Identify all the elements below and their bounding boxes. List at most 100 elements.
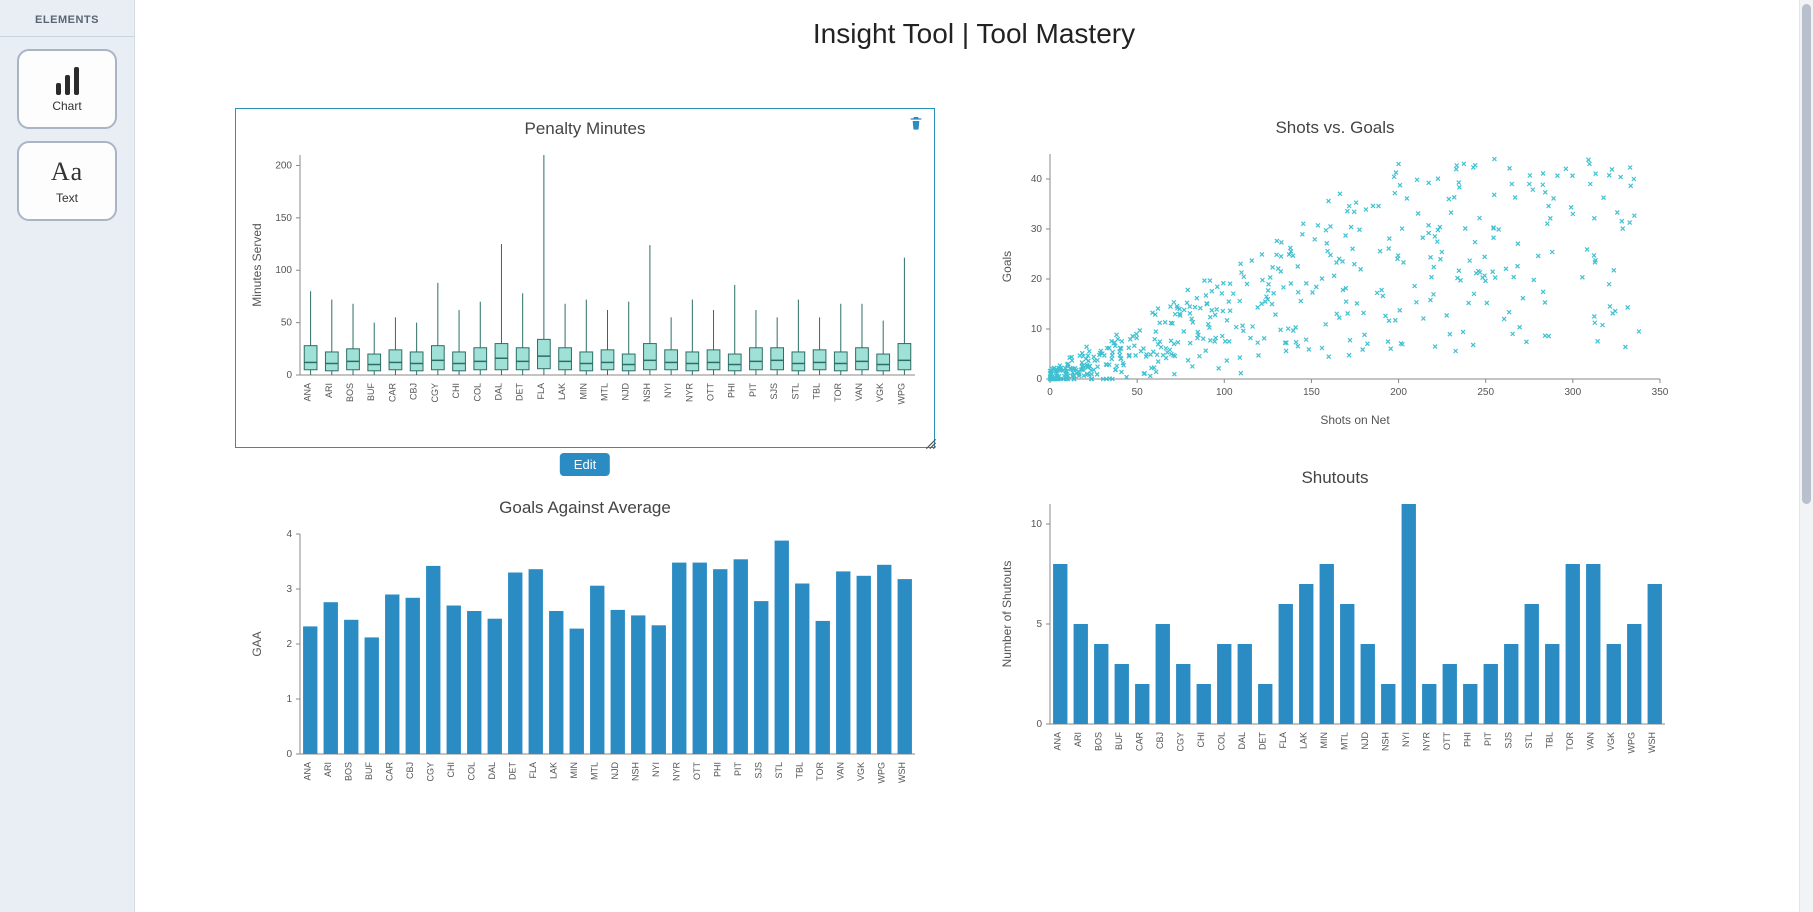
svg-text:0: 0: [286, 749, 292, 760]
svg-text:VAN: VAN: [835, 762, 845, 780]
svg-text:OTT: OTT: [1442, 732, 1452, 750]
sidebar: ELEMENTS Chart Aa Text: [0, 0, 135, 912]
svg-text:ARI: ARI: [323, 762, 333, 777]
svg-text:SJS: SJS: [1503, 732, 1513, 749]
svg-text:MIN: MIN: [569, 762, 579, 779]
svg-text:WSH: WSH: [897, 762, 907, 783]
svg-text:GAA: GAA: [250, 631, 264, 656]
svg-text:CBJ: CBJ: [409, 383, 419, 400]
svg-text:PHI: PHI: [727, 383, 737, 398]
svg-text:20: 20: [1031, 274, 1043, 285]
svg-text:TOR: TOR: [1565, 732, 1575, 751]
svg-text:CAR: CAR: [387, 383, 397, 403]
tool-text-label: Text: [56, 191, 78, 205]
svg-text:0: 0: [1047, 387, 1053, 398]
svg-text:VAN: VAN: [854, 383, 864, 401]
boxplot-chart: 050100150200Minutes ServedANAARIBOSBUFCA…: [245, 145, 925, 435]
svg-text:DET: DET: [1257, 731, 1267, 750]
svg-text:10: 10: [1031, 519, 1043, 530]
svg-text:Goals: Goals: [1000, 251, 1014, 282]
svg-text:250: 250: [1477, 387, 1494, 398]
svg-text:CBJ: CBJ: [405, 762, 415, 779]
svg-text:STL: STL: [774, 762, 784, 779]
chart-widget-shutouts[interactable]: Shutouts 0510Number of ShutoutsANAARIBOS…: [985, 458, 1685, 798]
svg-text:MTL: MTL: [589, 762, 599, 780]
svg-text:NYI: NYI: [651, 762, 661, 777]
svg-text:CHI: CHI: [451, 383, 461, 399]
svg-text:CBJ: CBJ: [1155, 732, 1165, 749]
chart-widget-penalty[interactable]: Penalty Minutes 050100150200Minutes Serv…: [235, 108, 935, 448]
svg-text:CGY: CGY: [425, 762, 435, 782]
scrollbar-thumb[interactable]: [1802, 4, 1811, 504]
svg-text:TBL: TBL: [812, 383, 822, 400]
tool-text[interactable]: Aa Text: [17, 141, 117, 221]
svg-text:2: 2: [286, 639, 292, 650]
svg-text:NSH: NSH: [630, 762, 640, 781]
scatter-chart: 050100150200250300350010203040Shots on N…: [995, 144, 1675, 434]
svg-text:ANA: ANA: [303, 383, 313, 402]
svg-text:BOS: BOS: [345, 383, 355, 402]
svg-text:STL: STL: [1524, 732, 1534, 749]
svg-text:ARI: ARI: [324, 383, 334, 398]
svg-text:SJS: SJS: [769, 383, 779, 400]
svg-text:CAR: CAR: [1134, 732, 1144, 752]
svg-text:BOS: BOS: [1093, 732, 1103, 751]
svg-text:0: 0: [1036, 374, 1042, 385]
svg-text:CAR: CAR: [384, 762, 394, 782]
svg-text:TOR: TOR: [833, 383, 843, 402]
svg-text:MTL: MTL: [600, 383, 610, 401]
svg-text:MIN: MIN: [578, 383, 588, 400]
svg-text:NYI: NYI: [663, 383, 673, 398]
chart-widget-scatter[interactable]: Shots vs. Goals 050100150200250300350010…: [985, 108, 1685, 448]
trash-icon[interactable]: [908, 115, 924, 134]
svg-text:PHI: PHI: [1462, 732, 1472, 747]
svg-text:FLA: FLA: [528, 762, 538, 779]
bar-chart: 01234GAAANAARIBOSBUFCARCBJCGYCHICOLDALDE…: [245, 524, 925, 814]
svg-text:200: 200: [1390, 387, 1407, 398]
svg-text:FLA: FLA: [1278, 732, 1288, 749]
svg-text:TBL: TBL: [1544, 732, 1554, 749]
svg-text:4: 4: [286, 529, 292, 540]
svg-text:PIT: PIT: [1483, 732, 1493, 747]
svg-text:NYR: NYR: [684, 383, 694, 403]
tool-chart[interactable]: Chart: [17, 49, 117, 129]
chart-title: Penalty Minutes: [236, 119, 934, 139]
svg-text:Minutes Served: Minutes Served: [250, 223, 264, 306]
edit-button[interactable]: Edit: [560, 453, 610, 476]
scrollbar[interactable]: [1799, 0, 1813, 912]
svg-text:100: 100: [275, 265, 292, 276]
svg-text:NSH: NSH: [642, 383, 652, 402]
page-title: Insight Tool | Tool Mastery: [135, 0, 1813, 58]
chart-title: Shutouts: [985, 468, 1685, 488]
svg-text:40: 40: [1031, 174, 1043, 185]
bar-chart-icon: [56, 65, 79, 95]
svg-text:300: 300: [1565, 387, 1582, 398]
svg-text:LAK: LAK: [557, 383, 567, 400]
svg-text:NYR: NYR: [671, 762, 681, 782]
svg-text:CHI: CHI: [446, 762, 456, 778]
chart-title: Goals Against Average: [235, 498, 935, 518]
sidebar-heading: ELEMENTS: [0, 8, 134, 37]
svg-text:WSH: WSH: [1647, 732, 1657, 753]
svg-text:VGK: VGK: [875, 383, 885, 402]
svg-text:OTT: OTT: [706, 383, 716, 401]
svg-text:ANA: ANA: [302, 762, 312, 781]
svg-text:CHI: CHI: [1196, 732, 1206, 748]
svg-text:1: 1: [286, 694, 292, 705]
svg-text:50: 50: [281, 318, 293, 329]
svg-text:WPG: WPG: [1626, 732, 1636, 754]
svg-text:DET: DET: [507, 761, 517, 780]
svg-text:OTT: OTT: [692, 762, 702, 780]
svg-text:PIT: PIT: [733, 762, 743, 777]
svg-text:NJD: NJD: [1360, 732, 1370, 750]
svg-text:BUF: BUF: [1114, 731, 1124, 750]
svg-text:NYI: NYI: [1401, 732, 1411, 747]
chart-widget-gaa[interactable]: Goals Against Average 01234GAAANAARIBOSB…: [235, 488, 935, 828]
svg-text:VGK: VGK: [1606, 732, 1616, 751]
svg-text:PHI: PHI: [712, 762, 722, 777]
resize-handle-icon[interactable]: [924, 437, 938, 451]
svg-text:3: 3: [286, 584, 292, 595]
svg-text:NSH: NSH: [1380, 732, 1390, 751]
svg-text:COL: COL: [466, 762, 476, 781]
svg-text:COL: COL: [472, 383, 482, 402]
